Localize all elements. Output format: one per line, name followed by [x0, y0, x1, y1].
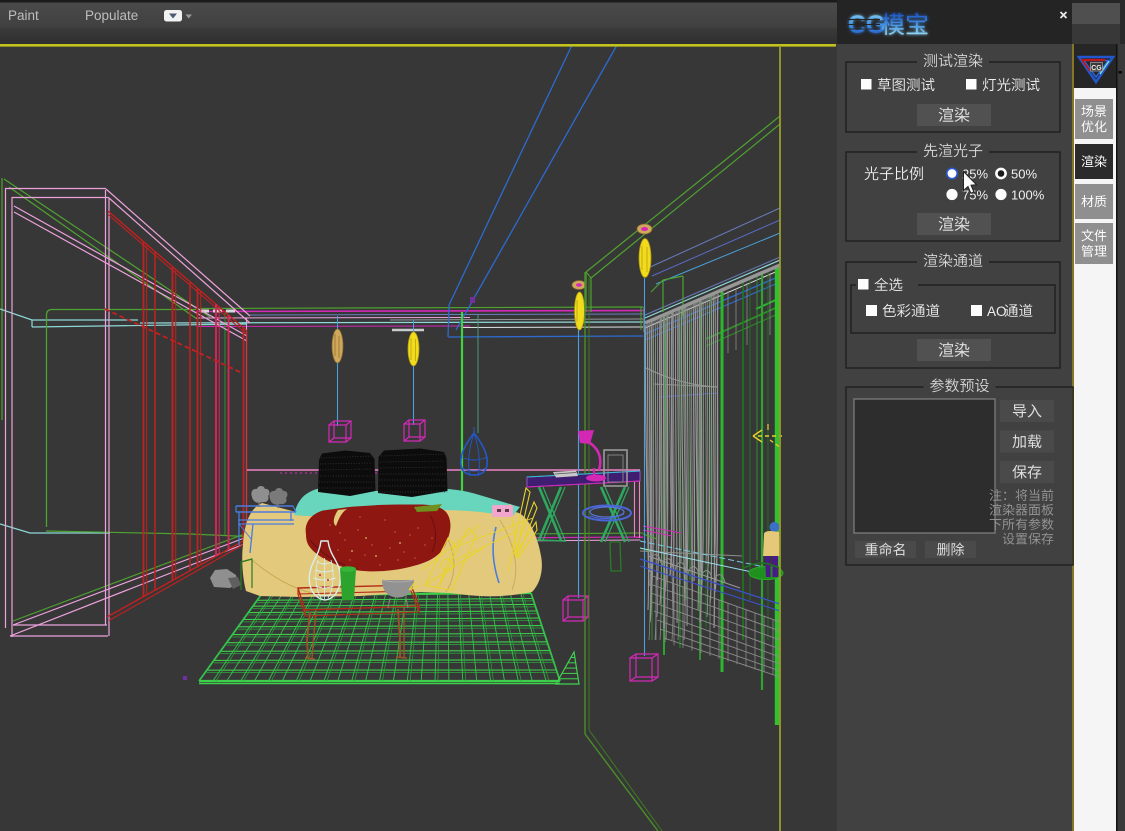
- svg-text:Populate: Populate: [85, 8, 138, 23]
- svg-text:50%: 50%: [1011, 167, 1037, 182]
- svg-text:CG: CG: [1091, 65, 1102, 72]
- svg-text:75%: 75%: [962, 188, 988, 203]
- svg-text:100%: 100%: [1011, 188, 1045, 203]
- svg-text:AO: AO: [987, 304, 1007, 319]
- svg-text:Paint: Paint: [8, 8, 39, 23]
